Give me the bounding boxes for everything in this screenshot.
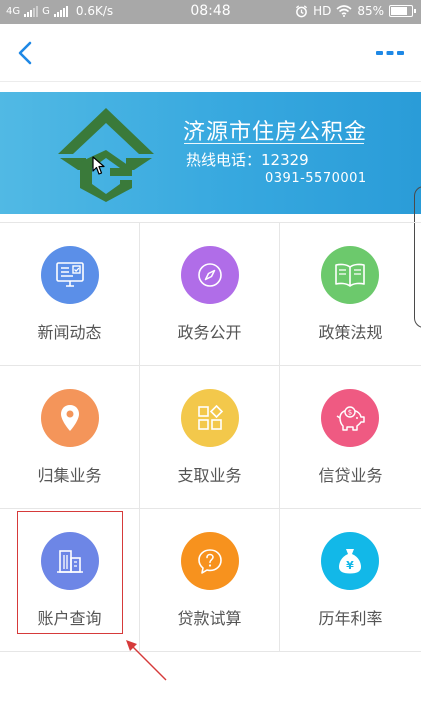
- menu-item-label: 政务公开: [177, 323, 242, 342]
- arrow-icon: [126, 640, 167, 681]
- banner-divider: [184, 143, 364, 144]
- apps-grid-icon: [181, 389, 239, 447]
- menu-item-withdrawal[interactable]: 支取业务: [140, 366, 280, 509]
- book-icon: [321, 246, 379, 304]
- piggy-bank-icon: $: [321, 389, 379, 447]
- alarm-icon: [296, 4, 308, 17]
- wifi-icon: [336, 5, 352, 17]
- menu-item-collection[interactable]: 归集业务: [0, 366, 140, 509]
- menu-item-label: 支取业务: [177, 466, 242, 485]
- menu-item-loan-calculator[interactable]: 贷款试算: [140, 509, 280, 652]
- housing-fund-logo: [58, 108, 154, 202]
- battery-percent: 85%: [357, 4, 384, 18]
- status-right: HD 85%: [295, 4, 416, 18]
- battery-icon: [389, 5, 416, 17]
- menu-item-news[interactable]: 新闻动态: [0, 223, 140, 366]
- menu-item-label: 历年利率: [318, 609, 383, 628]
- question-chat-icon: [181, 532, 239, 590]
- monitor-checklist-icon: [41, 246, 99, 304]
- menu-item-credit[interactable]: $ 信贷业务: [280, 366, 421, 509]
- svg-text:¥: ¥: [346, 559, 354, 572]
- menu-item-account-query[interactable]: 账户查询: [0, 509, 140, 652]
- menu-item-label: 归集业务: [37, 466, 102, 485]
- menu-item-label: 新闻动态: [37, 323, 102, 342]
- svg-text:$: $: [348, 409, 352, 417]
- chevron-left-icon[interactable]: [14, 40, 38, 66]
- menu-item-policy[interactable]: 政策法规: [280, 223, 421, 366]
- menu-item-label: 账户查询: [37, 609, 102, 628]
- building-icon: [41, 532, 99, 590]
- menu-item-gov-affairs[interactable]: 政务公开: [140, 223, 280, 366]
- menu-item-label: 信贷业务: [318, 466, 383, 485]
- banner-hotline: 热线电话：12329: [186, 151, 309, 169]
- menu-item-interest-rates[interactable]: ¥ 历年利率: [280, 509, 421, 652]
- mouse-cursor-icon: [92, 156, 105, 175]
- menu-item-label: 贷款试算: [177, 609, 242, 628]
- money-bag-icon: ¥: [321, 532, 379, 590]
- compass-icon: [181, 246, 239, 304]
- more-dots-icon[interactable]: [375, 48, 405, 58]
- status-bar: 4G G 0.6K/s 08:48 HD 85%: [0, 0, 421, 24]
- banner: 济源市住房公积金 热线电话：12329 0391-5570001: [0, 92, 421, 214]
- location-pin-icon: [41, 389, 99, 447]
- banner-title: 济源市住房公积金: [183, 120, 368, 145]
- banner-phone: 0391-5570001: [265, 171, 367, 186]
- menu-grid: 新闻动态 政务公开 政策法规 归集业务 支取业务 $ 信贷业务 账户查询 贷款试…: [0, 222, 421, 652]
- nav-bar: [0, 24, 421, 82]
- menu-item-label: 政策法规: [318, 323, 383, 342]
- hd-indicator: HD: [313, 4, 332, 18]
